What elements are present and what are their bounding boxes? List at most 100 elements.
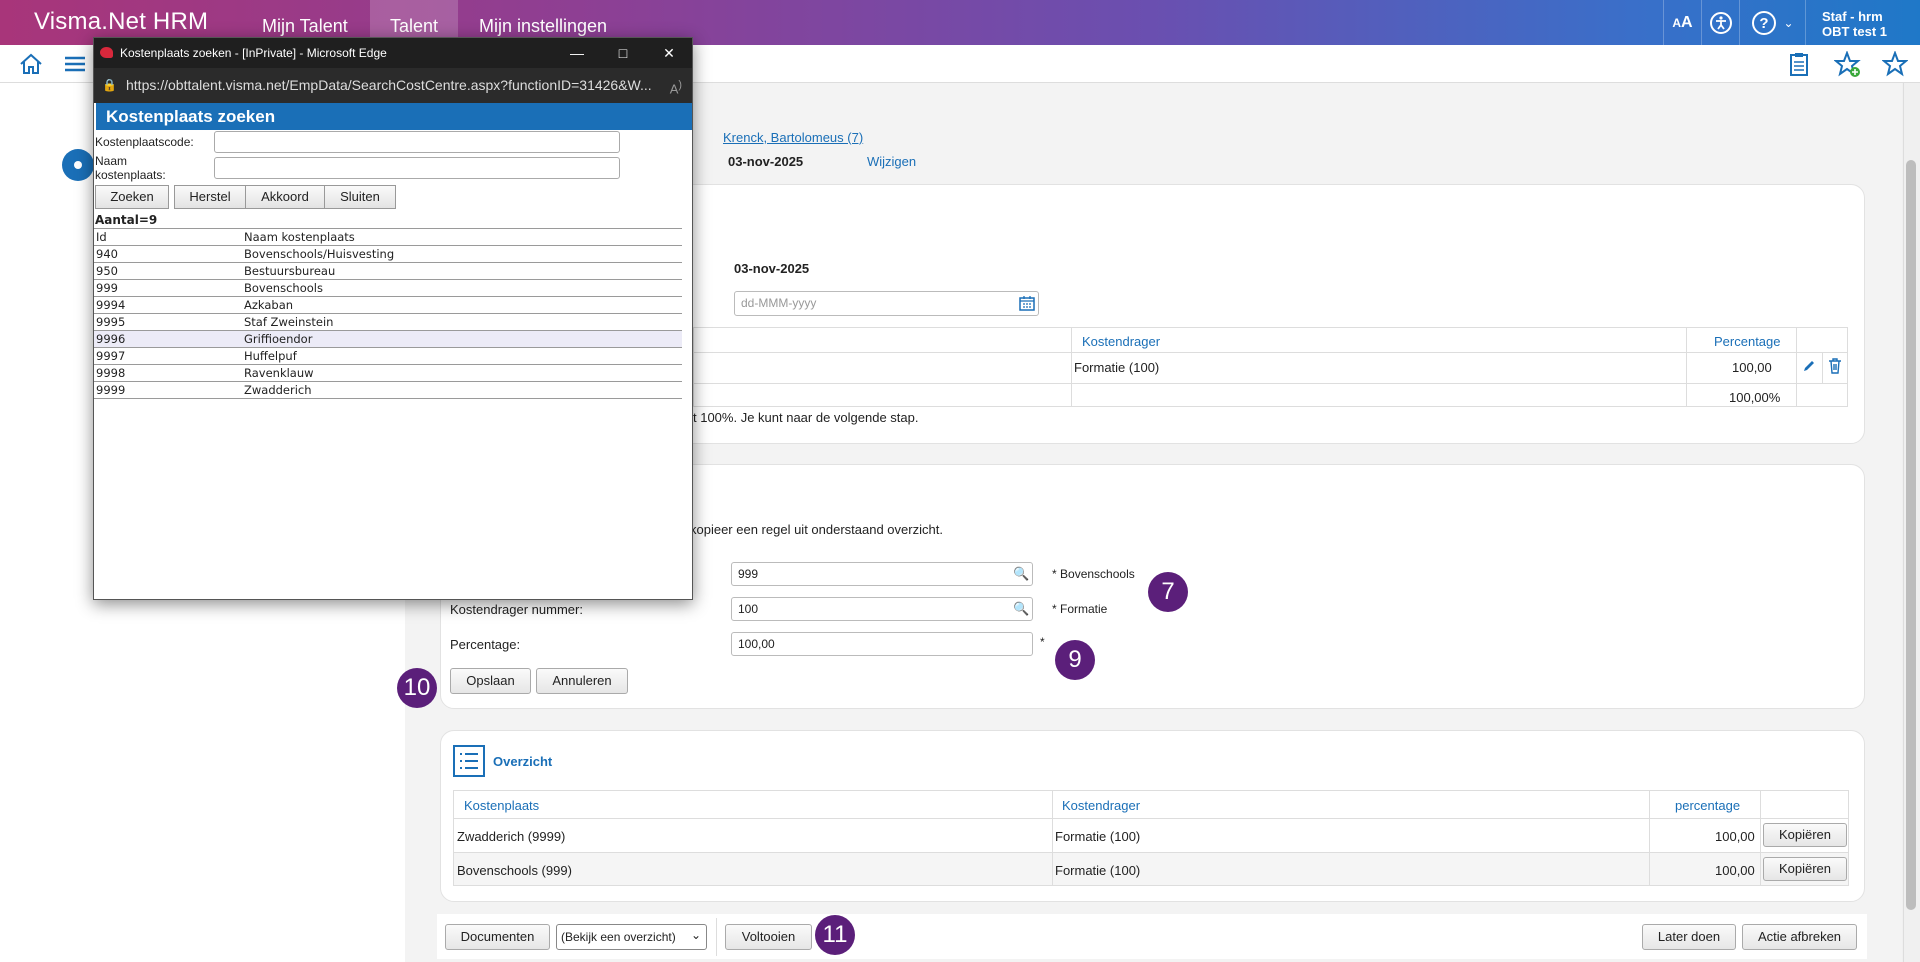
scrollbar-thumb[interactable] bbox=[1906, 160, 1916, 910]
name-label: Naam kostenplaats: bbox=[95, 154, 166, 182]
overview-col-kostenplaats: Kostenplaats bbox=[464, 798, 540, 813]
row-id: 999 bbox=[94, 279, 242, 297]
clipboard-icon[interactable] bbox=[1787, 51, 1811, 83]
table-row[interactable]: 9998 Ravenklauw bbox=[94, 364, 682, 382]
edge-icon bbox=[100, 47, 113, 58]
kostendrager-name-text: Formatie bbox=[1060, 602, 1108, 616]
kostenplaats-name: * Bovenschools bbox=[1052, 567, 1135, 581]
later-button[interactable]: Later doen bbox=[1642, 924, 1736, 950]
table-row-highlighted[interactable]: 9996 Griffioendor bbox=[94, 330, 682, 348]
documents-button[interactable]: Documenten bbox=[445, 924, 550, 950]
help-icon[interactable]: ? ⌄ bbox=[1739, 0, 1805, 45]
calendar-icon[interactable] bbox=[1019, 295, 1035, 314]
step-badge-7: 7 bbox=[1148, 572, 1188, 612]
row-name: Griffioendor bbox=[242, 330, 682, 348]
footer-divider bbox=[716, 918, 717, 956]
favorite-add-icon[interactable] bbox=[1833, 50, 1862, 85]
abort-button[interactable]: Actie afbreken bbox=[1742, 924, 1857, 950]
code-input[interactable] bbox=[214, 131, 620, 153]
minimize-icon[interactable]: — bbox=[554, 38, 600, 68]
row-percentage: 100,00 bbox=[1732, 360, 1772, 375]
kostenplaats-input[interactable]: 999 bbox=[731, 562, 1033, 586]
close-button[interactable]: Sluiten bbox=[324, 185, 396, 209]
overview-row-percentage: 100,00 bbox=[1715, 829, 1755, 844]
read-aloud-icon[interactable]: A) bbox=[670, 68, 682, 106]
table-row[interactable]: 999 Bovenschools bbox=[94, 279, 682, 297]
finish-button[interactable]: Voltooien bbox=[725, 924, 812, 950]
overview-row-kostendrager: Formatie (100) bbox=[1055, 863, 1141, 878]
user-org: OBT test 1 bbox=[1822, 24, 1888, 39]
kostendrager-input[interactable]: 100 bbox=[731, 597, 1033, 621]
name-label-1: Naam bbox=[95, 154, 128, 168]
name-label-2: kostenplaats: bbox=[95, 168, 166, 182]
search-button[interactable]: Zoeken bbox=[95, 185, 169, 209]
table-row[interactable]: 9994 Azkaban bbox=[94, 296, 682, 314]
save-button[interactable]: Opslaan bbox=[450, 668, 531, 694]
percentage-input[interactable]: 100,00 bbox=[731, 632, 1033, 656]
maximize-icon[interactable]: □ bbox=[600, 38, 646, 68]
search-icon[interactable]: 🔍 bbox=[1013, 601, 1029, 617]
popup-url[interactable]: https://obttalent.visma.net/EmpData/Sear… bbox=[126, 77, 652, 93]
reset-button[interactable]: Herstel bbox=[174, 185, 246, 209]
overview-select[interactable]: (Bekijk een overzicht) ⌄ bbox=[556, 924, 707, 950]
name-input[interactable] bbox=[214, 157, 620, 179]
user-menu[interactable]: Staf - hrm OBT test 1 bbox=[1805, 0, 1920, 45]
row-id: 950 bbox=[94, 262, 242, 280]
favorite-icon[interactable] bbox=[1881, 50, 1909, 83]
result-count: Aantal=9 bbox=[95, 213, 158, 227]
overview-row-kostendrager: Formatie (100) bbox=[1055, 829, 1141, 844]
kostendrager-name: * Formatie bbox=[1052, 602, 1108, 616]
copy-button[interactable]: Kopiëren bbox=[1763, 823, 1847, 847]
row-name: Zwadderich bbox=[242, 381, 682, 399]
table-row[interactable]: 9995 Staf Zweinstein bbox=[94, 313, 682, 331]
home-icon[interactable] bbox=[18, 51, 44, 83]
text-size-icon[interactable]: AA bbox=[1663, 0, 1701, 45]
list-icon bbox=[453, 745, 485, 780]
col-id: Id bbox=[94, 228, 242, 246]
cost-centre-search-window: Kostenplaats zoeken - [InPrivate] - Micr… bbox=[93, 37, 693, 600]
table-row[interactable]: 9997 Huffelpuf bbox=[94, 347, 682, 365]
menu-icon[interactable] bbox=[62, 51, 88, 83]
app-brand[interactable]: Visma.Net HRM bbox=[34, 8, 208, 36]
top-icons: AA ? ⌄ Staf - hrm OBT test 1 bbox=[1663, 0, 1920, 45]
col-kostendrager: Kostendrager bbox=[1082, 334, 1161, 349]
required-marker: * bbox=[1040, 635, 1045, 649]
edit-intro: kopieer een regel uit onderstaand overzi… bbox=[690, 522, 943, 537]
end-date-input[interactable]: dd-MMM-yyyy bbox=[734, 291, 1039, 316]
row-id: 9996 bbox=[94, 330, 242, 348]
row-name: Huffelpuf bbox=[242, 347, 682, 365]
results-header-row: Id Naam kostenplaats bbox=[94, 228, 682, 246]
row-name: Bovenschools/Huisvesting bbox=[242, 245, 682, 263]
row-name: Azkaban bbox=[242, 296, 682, 314]
popup-address-bar[interactable]: 🔒 https://obttalent.visma.net/EmpData/Se… bbox=[94, 68, 692, 103]
overview-table: Kostenplaats Kostendrager percentage Zwa… bbox=[453, 790, 1849, 886]
table-row[interactable]: 9999 Zwadderich bbox=[94, 381, 682, 399]
accept-button[interactable]: Akkoord bbox=[245, 185, 325, 209]
step-indicator-icon bbox=[62, 149, 94, 181]
header-date: 03-nov-2025 bbox=[728, 154, 804, 169]
step-badge-9: 9 bbox=[1055, 640, 1095, 680]
chevron-down-icon: ⌄ bbox=[690, 928, 701, 942]
employee-link[interactable]: Krenck, Bartolomeus (7) bbox=[723, 130, 863, 145]
close-icon[interactable]: ✕ bbox=[646, 38, 692, 68]
user-name: Staf - hrm bbox=[1822, 9, 1883, 24]
table-row[interactable]: 950 Bestuursbureau bbox=[94, 262, 682, 280]
delete-icon[interactable] bbox=[1828, 358, 1842, 377]
lock-icon: 🔒 bbox=[102, 78, 117, 92]
percentage-label: Percentage: bbox=[450, 637, 521, 652]
total-percentage: 100,00% bbox=[1729, 390, 1781, 405]
col-percentage: Percentage bbox=[1714, 334, 1781, 349]
overview-row-kostenplaats: Bovenschools (999) bbox=[457, 863, 572, 878]
table-row[interactable]: 940 Bovenschools/Huisvesting bbox=[94, 245, 682, 263]
change-link[interactable]: Wijzigen bbox=[867, 154, 916, 169]
row-id: 9999 bbox=[94, 381, 242, 399]
accessibility-icon[interactable] bbox=[1701, 0, 1739, 45]
popup-heading: Kostenplaats zoeken bbox=[96, 103, 692, 130]
popup-window-title: Kostenplaats zoeken - [InPrivate] - Micr… bbox=[120, 46, 387, 60]
copy-button[interactable]: Kopiëren bbox=[1763, 857, 1847, 881]
search-icon[interactable]: 🔍 bbox=[1013, 566, 1029, 582]
edit-icon[interactable] bbox=[1802, 359, 1816, 376]
cancel-button[interactable]: Annuleren bbox=[536, 668, 628, 694]
row-id: 9997 bbox=[94, 347, 242, 365]
overview-row-kostenplaats: Zwadderich (9999) bbox=[457, 829, 566, 844]
